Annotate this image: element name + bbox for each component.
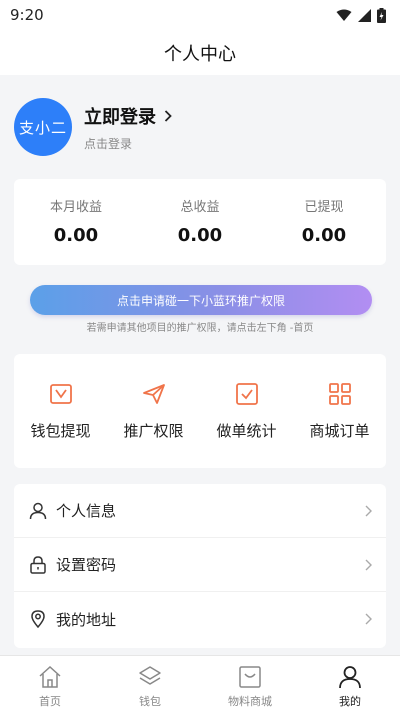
profile-login-row[interactable]: 支小二 立即登录 点击登录 bbox=[14, 96, 386, 158]
apply-button-label: 点击申请碰一下小蓝环推广权限 bbox=[116, 293, 285, 308]
tab-label: 物料商城 bbox=[228, 695, 272, 708]
lock-icon bbox=[28, 555, 48, 575]
tab-label: 钱包 bbox=[139, 695, 161, 708]
earnings-card: 本月收益 0.00 总收益 0.00 已提现 0.00 bbox=[14, 179, 386, 265]
shortcut-label: 商城订单 bbox=[309, 422, 370, 440]
chevron-right-icon bbox=[365, 613, 372, 625]
layers-icon bbox=[139, 666, 161, 685]
title-bar: 个人中心 bbox=[0, 30, 400, 75]
signal-icon bbox=[358, 8, 371, 22]
settings-menu: 个人信息 设置密码 我的地址 bbox=[14, 484, 386, 648]
chevron-right-icon bbox=[365, 559, 372, 570]
paper-plane-icon bbox=[142, 384, 165, 404]
profile-text: 立即登录 点击登录 bbox=[84, 103, 172, 152]
stat-label: 已提现 bbox=[304, 200, 344, 215]
menu-label: 我的地址 bbox=[56, 610, 117, 629]
stat-value: 0.00 bbox=[53, 225, 99, 246]
tab-wallet[interactable]: 钱包 bbox=[100, 656, 200, 711]
stat-withdrawn: 已提现 0.00 bbox=[262, 179, 386, 265]
menu-item-my-address[interactable]: 我的地址 bbox=[14, 592, 386, 646]
shortcut-label: 做单统计 bbox=[216, 422, 277, 440]
stat-label: 总收益 bbox=[180, 200, 220, 215]
bottom-tab-bar: 首页 钱包 物料商城 我的 bbox=[0, 655, 400, 711]
stat-value: 0.00 bbox=[301, 225, 347, 246]
status-time: 9:20 bbox=[10, 6, 44, 24]
inbox-icon bbox=[239, 666, 261, 688]
tab-mine[interactable]: 我的 bbox=[300, 656, 400, 711]
tab-label: 我的 bbox=[339, 695, 361, 708]
home-icon bbox=[39, 665, 61, 688]
location-pin-icon bbox=[28, 609, 48, 629]
menu-item-personal-info[interactable]: 个人信息 bbox=[14, 484, 386, 538]
menu-label: 个人信息 bbox=[56, 502, 117, 520]
shortcut-grid: 钱包提现 推广权限 做单统计 商城订单 bbox=[14, 354, 386, 468]
wifi-icon bbox=[336, 9, 352, 21]
page-title: 个人中心 bbox=[164, 43, 236, 65]
shortcut-label: 钱包提现 bbox=[30, 422, 91, 440]
checkbox-icon bbox=[235, 383, 258, 405]
tab-material-mall[interactable]: 物料商城 bbox=[200, 656, 300, 711]
avatar-text: 支小二 bbox=[18, 118, 67, 137]
tab-label: 首页 bbox=[39, 695, 61, 708]
chevron-right-icon bbox=[164, 109, 172, 122]
shortcut-wallet-withdraw[interactable]: 钱包提现 bbox=[14, 354, 107, 468]
apply-hint: 若需申请其他项目的推广权限，请点击左下角 -首页 bbox=[86, 323, 314, 334]
apply-promotion-button[interactable]: 点击申请碰一下小蓝环推广权限 bbox=[30, 285, 372, 315]
shortcut-label: 推广权限 bbox=[123, 422, 184, 440]
tab-home[interactable]: 首页 bbox=[0, 656, 100, 711]
wallet-shield-icon bbox=[49, 384, 72, 404]
login-link[interactable]: 立即登录 bbox=[84, 103, 172, 129]
menu-label: 设置密码 bbox=[56, 556, 117, 574]
battery-icon bbox=[377, 7, 386, 23]
shortcut-promotion-permission[interactable]: 推广权限 bbox=[107, 354, 200, 468]
status-icons bbox=[336, 7, 386, 23]
stat-label: 本月收益 bbox=[49, 200, 102, 215]
person-icon bbox=[339, 666, 361, 689]
shortcut-order-stats[interactable]: 做单统计 bbox=[200, 354, 293, 468]
login-subtitle: 点击登录 bbox=[84, 136, 133, 151]
avatar[interactable]: 支小二 bbox=[14, 98, 72, 156]
grid-icon bbox=[328, 383, 351, 405]
stat-value: 0.00 bbox=[177, 225, 223, 246]
shortcut-mall-orders[interactable]: 商城订单 bbox=[293, 354, 386, 468]
chevron-right-icon bbox=[365, 505, 372, 516]
login-title: 立即登录 bbox=[84, 106, 156, 128]
stat-total-earnings: 总收益 0.00 bbox=[138, 179, 262, 265]
status-bar: 9:20 bbox=[0, 0, 400, 30]
stat-monthly-earnings: 本月收益 0.00 bbox=[14, 179, 138, 265]
menu-item-set-password[interactable]: 设置密码 bbox=[14, 538, 386, 592]
user-icon bbox=[28, 501, 48, 521]
